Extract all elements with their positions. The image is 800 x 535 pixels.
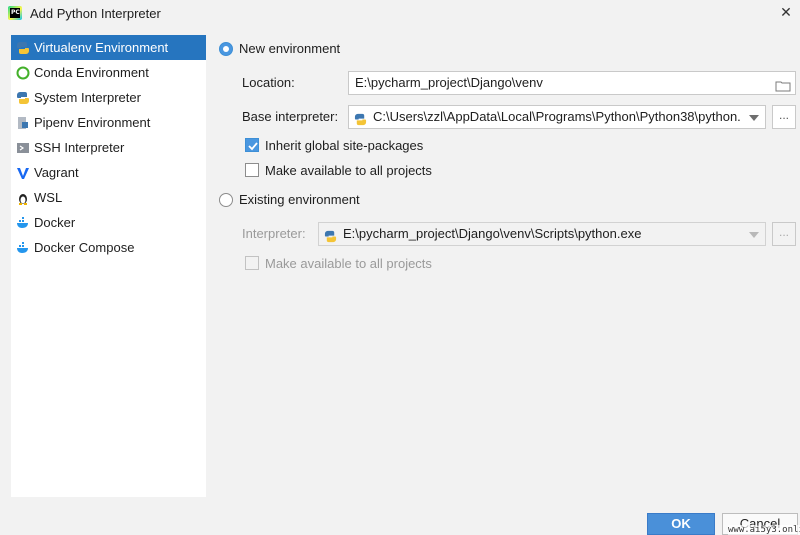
existing-interpreter-select[interactable]: E:\pycharm_project\Django\venv\Scripts\p…	[318, 222, 766, 246]
app-icon-text: PC	[10, 8, 20, 18]
inherit-packages-checkbox[interactable]	[245, 138, 259, 152]
title-bar: PC Add Python Interpreter ✕	[0, 0, 800, 30]
python-icon	[324, 228, 337, 243]
linux-tux-icon	[16, 191, 30, 205]
existing-environment-label: Existing environment	[239, 192, 360, 207]
location-field[interactable]: E:\pycharm_project\Django\venv	[348, 71, 796, 95]
python-icon	[354, 111, 367, 126]
existing-interpreter-browse-button[interactable]: ...	[772, 222, 796, 246]
sidebar-item-wsl[interactable]: WSL	[11, 185, 206, 210]
sidebar-item-conda[interactable]: Conda Environment	[11, 60, 206, 85]
interpreter-label: Interpreter:	[242, 226, 306, 241]
sidebar-item-ssh[interactable]: SSH Interpreter	[11, 135, 206, 160]
ok-button[interactable]: OK	[647, 513, 715, 535]
base-interpreter-browse-button[interactable]: ...	[772, 105, 796, 129]
folder-icon[interactable]	[775, 77, 791, 92]
pycharm-app-icon: PC	[8, 6, 22, 20]
docker-icon	[16, 216, 30, 230]
sidebar-item-label: Vagrant	[34, 165, 79, 180]
sidebar-item-virtualenv[interactable]: Virtualenv Environment	[11, 35, 206, 60]
ssh-icon	[16, 141, 30, 155]
settings-panel: New environment Location: E:\pycharm_pro…	[206, 30, 800, 534]
new-environment-label: New environment	[239, 41, 341, 56]
sidebar-item-system[interactable]: System Interpreter	[11, 85, 206, 110]
sidebar-item-label: Docker	[34, 215, 76, 230]
chevron-down-icon	[749, 232, 759, 238]
chevron-down-icon	[749, 115, 759, 121]
existing-make-available-label: Make available to all projects	[265, 256, 432, 271]
sidebar-item-label: Virtualenv Environment	[34, 40, 169, 55]
conda-icon	[16, 66, 30, 80]
pipenv-icon	[16, 116, 30, 130]
base-interpreter-value: C:\Users\zzl\AppData\Local\Programs\Pyth…	[373, 109, 741, 124]
inherit-packages-label: Inherit global site-packages	[265, 138, 424, 153]
make-available-checkbox[interactable]	[245, 163, 259, 177]
sidebar-item-label: Pipenv Environment	[34, 115, 151, 130]
sidebar-item-pipenv[interactable]: Pipenv Environment	[11, 110, 206, 135]
location-value: E:\pycharm_project\Django\venv	[355, 75, 543, 90]
new-environment-radio[interactable]	[219, 42, 233, 56]
make-available-label: Make available to all projects	[265, 163, 432, 178]
sidebar-item-vagrant[interactable]: Vagrant	[11, 160, 206, 185]
base-interpreter-label: Base interpreter:	[242, 109, 339, 124]
docker-icon	[16, 241, 30, 255]
close-icon[interactable]: ✕	[778, 4, 794, 20]
sidebar-item-docker-compose[interactable]: Docker Compose	[11, 235, 206, 260]
window-title: Add Python Interpreter	[30, 6, 161, 21]
python-icon	[16, 91, 30, 105]
existing-environment-radio[interactable]	[219, 193, 233, 207]
python-venv-icon	[16, 41, 30, 55]
existing-make-available-checkbox[interactable]	[245, 256, 259, 270]
sidebar-item-label: WSL	[34, 190, 63, 205]
sidebar-item-label: SSH Interpreter	[34, 140, 125, 155]
vagrant-icon	[16, 166, 30, 180]
sidebar-item-label: Docker Compose	[34, 240, 135, 255]
sidebar-item-label: Conda Environment	[34, 65, 149, 80]
sidebar-item-docker[interactable]: Docker	[11, 210, 206, 235]
location-label: Location:	[242, 75, 295, 90]
existing-interpreter-value: E:\pycharm_project\Django\venv\Scripts\p…	[343, 226, 642, 241]
sidebar-item-label: System Interpreter	[34, 90, 141, 105]
interpreter-type-list: Virtualenv Environment Conda Environment…	[11, 35, 206, 497]
base-interpreter-select[interactable]: C:\Users\zzl\AppData\Local\Programs\Pyth…	[348, 105, 766, 129]
